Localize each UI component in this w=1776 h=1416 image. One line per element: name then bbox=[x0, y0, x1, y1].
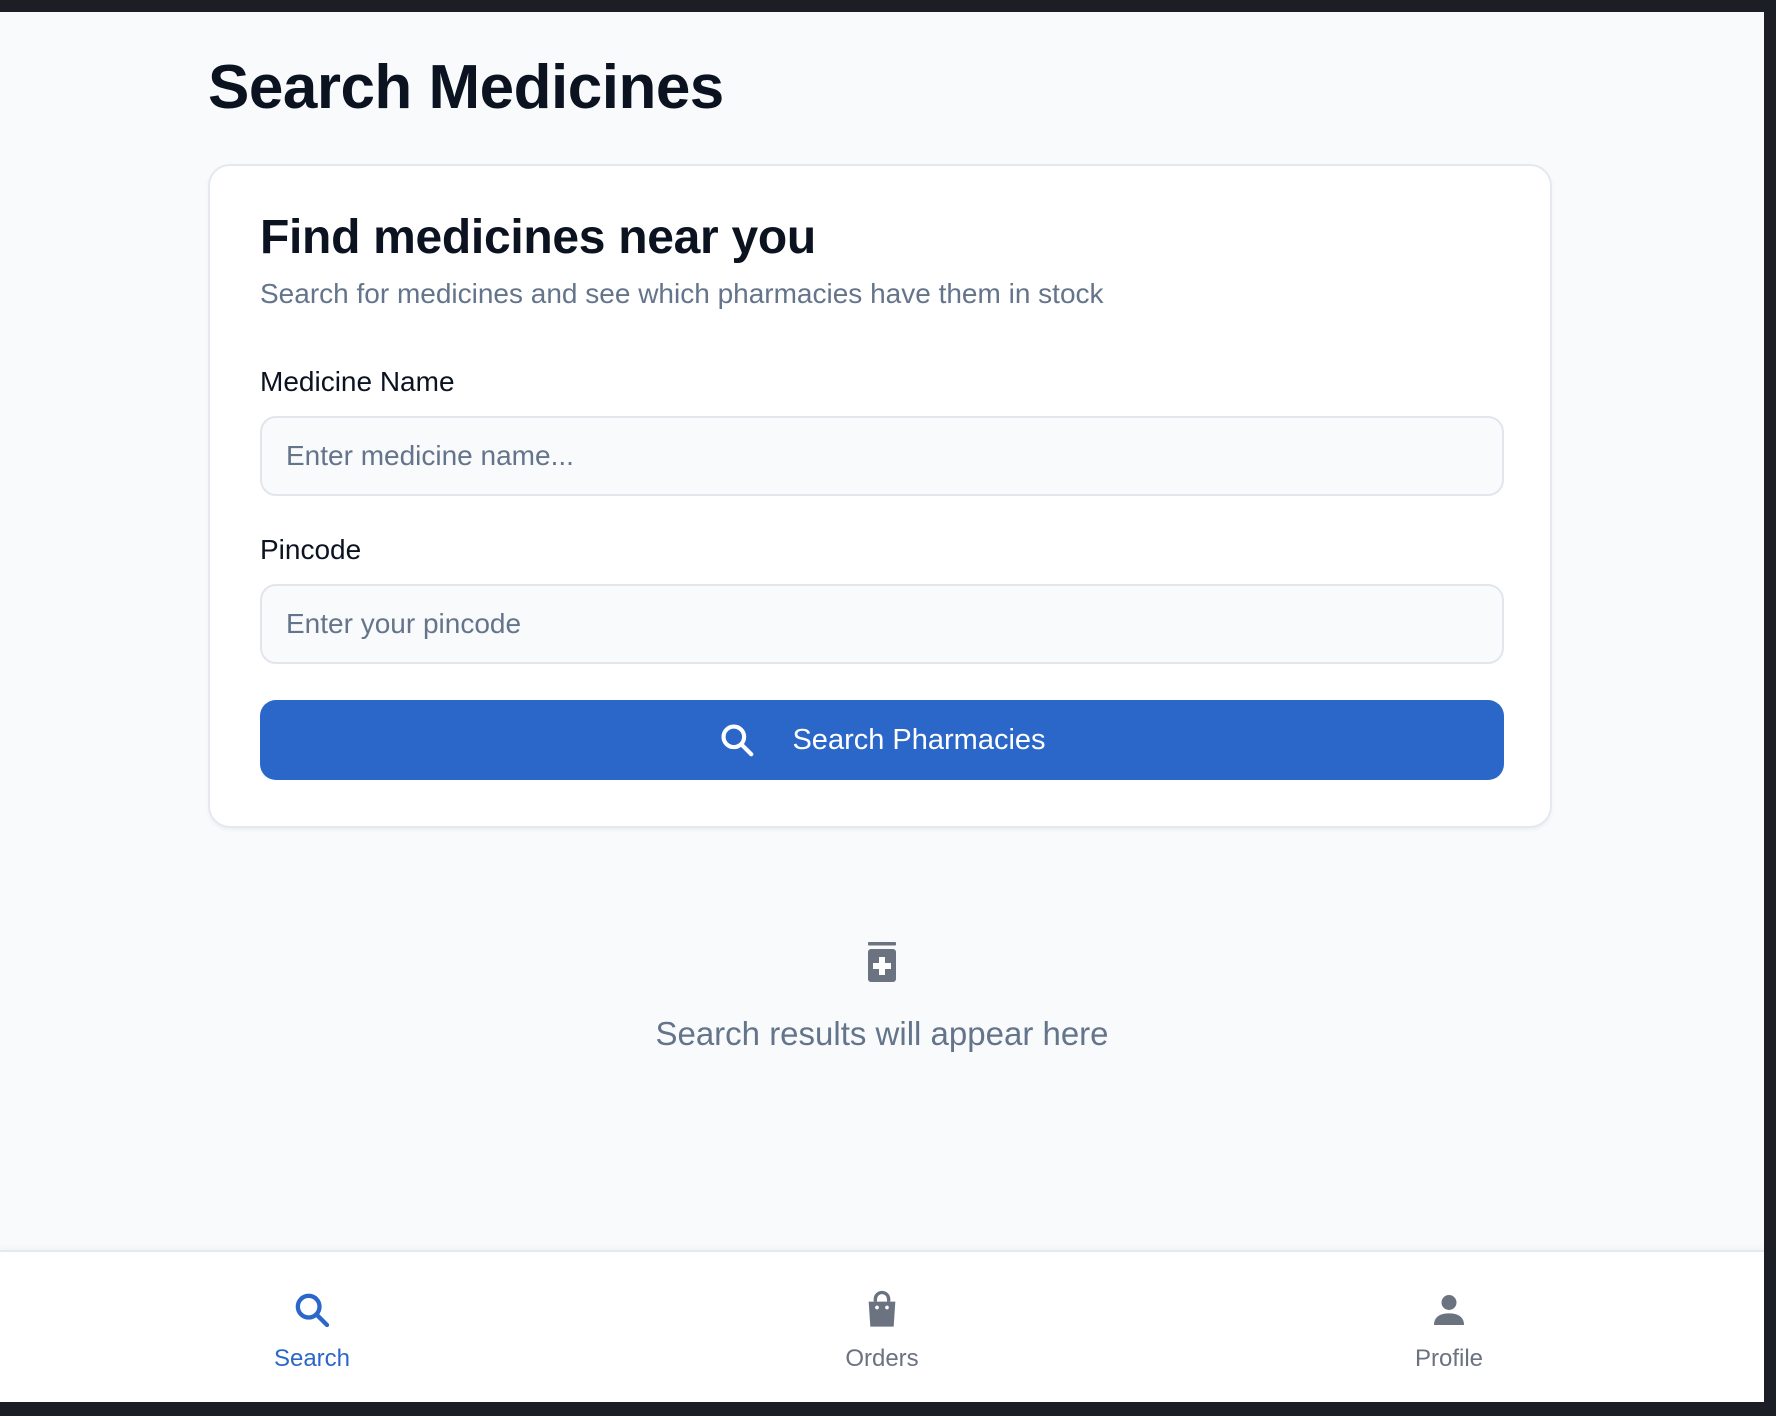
app-screen: Search Medicines Find medicines near you… bbox=[0, 12, 1764, 1402]
nav-item-orders[interactable]: Orders bbox=[752, 1252, 1012, 1402]
card-subtitle: Search for medicines and see which pharm… bbox=[260, 278, 1104, 309]
search-icon bbox=[718, 721, 756, 759]
search-pharmacies-label: Search Pharmacies bbox=[792, 723, 1046, 756]
card-title: Find medicines near you bbox=[260, 211, 816, 264]
empty-state: Search results will appear here bbox=[0, 942, 1764, 1053]
search-pharmacies-button[interactable]: Search Pharmacies bbox=[260, 700, 1504, 780]
nav-label-profile: Profile bbox=[1414, 1345, 1484, 1372]
nav-label-orders: Orders bbox=[845, 1345, 919, 1372]
empty-state-text: Search results will appear here bbox=[655, 1015, 1109, 1052]
page-title: Search Medicines bbox=[208, 53, 724, 122]
shopping-bag-icon bbox=[862, 1290, 902, 1335]
pincode-input[interactable] bbox=[260, 584, 1504, 664]
medicine-bottle-icon bbox=[867, 942, 897, 987]
medicine-name-label: Medicine Name bbox=[260, 366, 455, 397]
medicine-name-input[interactable] bbox=[260, 416, 1504, 496]
search-card: Find medicines near you Search for medic… bbox=[208, 164, 1552, 828]
person-icon bbox=[1429, 1290, 1469, 1335]
pincode-label: Pincode bbox=[260, 534, 362, 565]
nav-label-search: Search bbox=[273, 1345, 351, 1372]
search-icon bbox=[292, 1290, 332, 1335]
nav-item-search[interactable]: Search bbox=[182, 1252, 442, 1402]
nav-item-profile[interactable]: Profile bbox=[1319, 1252, 1579, 1402]
bottom-nav: Search Orders Profile bbox=[0, 1250, 1764, 1402]
